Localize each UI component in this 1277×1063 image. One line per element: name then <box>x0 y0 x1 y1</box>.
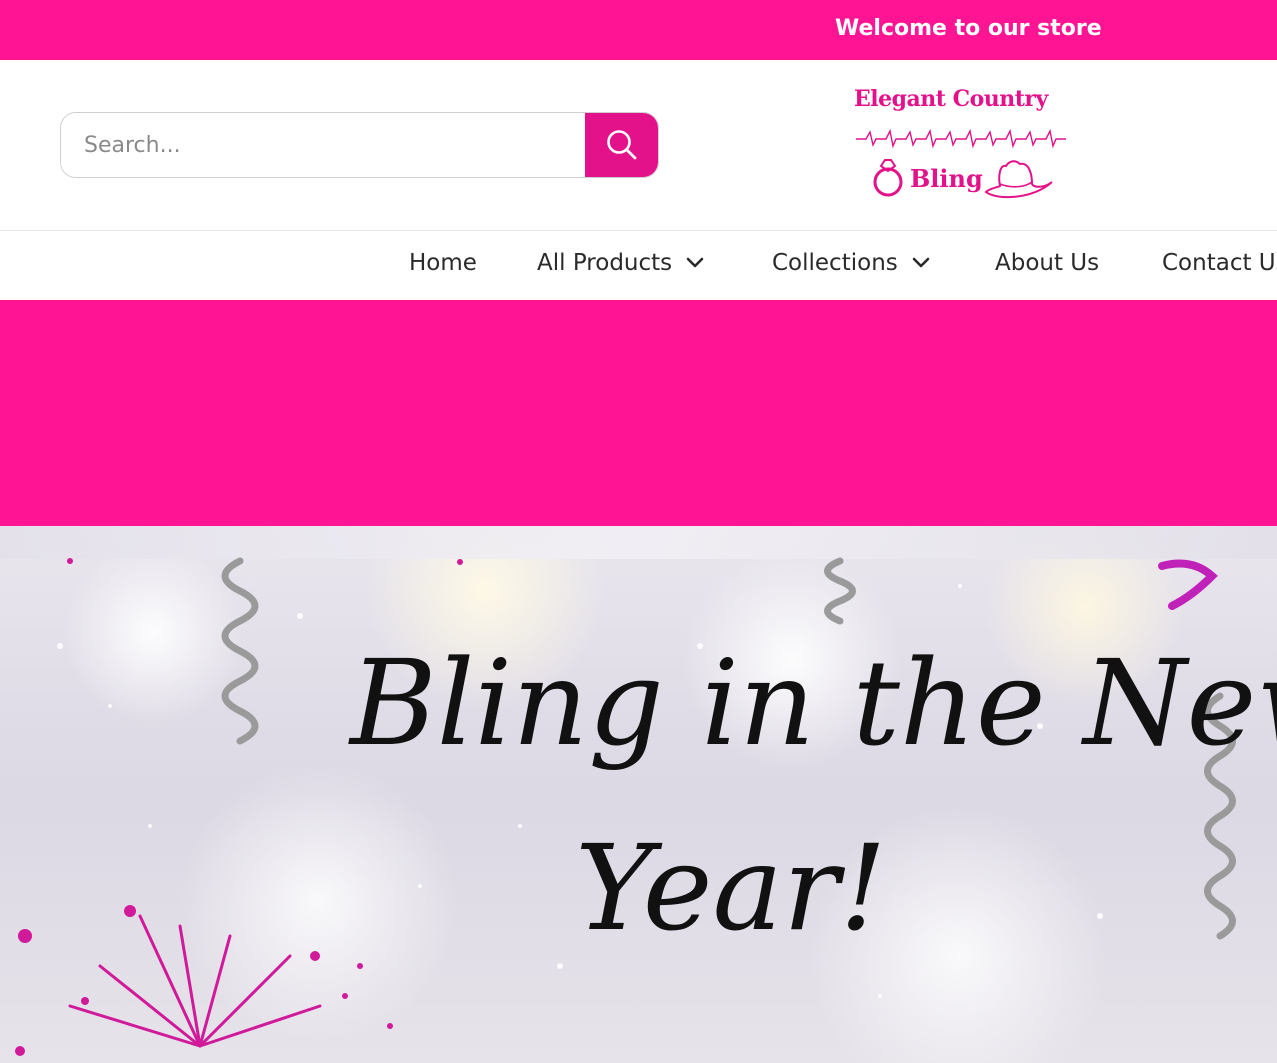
nav-label: Home <box>409 250 477 276</box>
nav-item-collections[interactable]: Collections <box>772 250 930 276</box>
nav-label: Contact Us <box>1162 250 1277 276</box>
pink-banner <box>0 300 1277 526</box>
nav-label: All Products <box>537 250 673 276</box>
chevron-down-icon <box>912 257 930 268</box>
nav-item-all-products[interactable]: All Products <box>537 250 704 276</box>
store-logo[interactable]: Elegant Country Bling <box>846 82 1072 206</box>
nav-item-contact-us[interactable]: Contact Us <box>1162 250 1277 276</box>
heartbeat-icon <box>856 128 1066 149</box>
chevron-down-icon <box>686 257 704 268</box>
logo-text-bottom: Bling <box>910 164 983 193</box>
nav-label: About Us <box>995 250 1100 276</box>
hero-headline: Bling in the New Year! <box>350 611 1277 981</box>
hero-line2: Year! <box>575 819 887 957</box>
announcement-text: Welcome to our store <box>835 16 1102 41</box>
cowboy-hat-icon <box>984 160 1053 199</box>
search-icon <box>606 130 636 160</box>
ring-icon <box>873 159 903 197</box>
site-header: Elegant Country Bling <box>0 60 1277 231</box>
nav-label: Collections <box>772 250 898 276</box>
nav-item-home[interactable]: Home <box>409 250 477 276</box>
announcement-bar: Welcome to our store <box>0 0 1277 60</box>
search-button[interactable] <box>585 113 658 177</box>
nav-item-about-us[interactable]: About Us <box>995 250 1099 276</box>
hero-banner[interactable]: Bling in the New Year! <box>0 526 1277 1063</box>
search-input[interactable] <box>61 113 585 177</box>
search-form <box>60 112 659 178</box>
main-nav: Home All Products Collections About Us C… <box>0 232 1277 300</box>
logo-text-top: Elegant Country <box>854 86 1048 112</box>
hero-line1: Bling in the New <box>350 634 1277 772</box>
